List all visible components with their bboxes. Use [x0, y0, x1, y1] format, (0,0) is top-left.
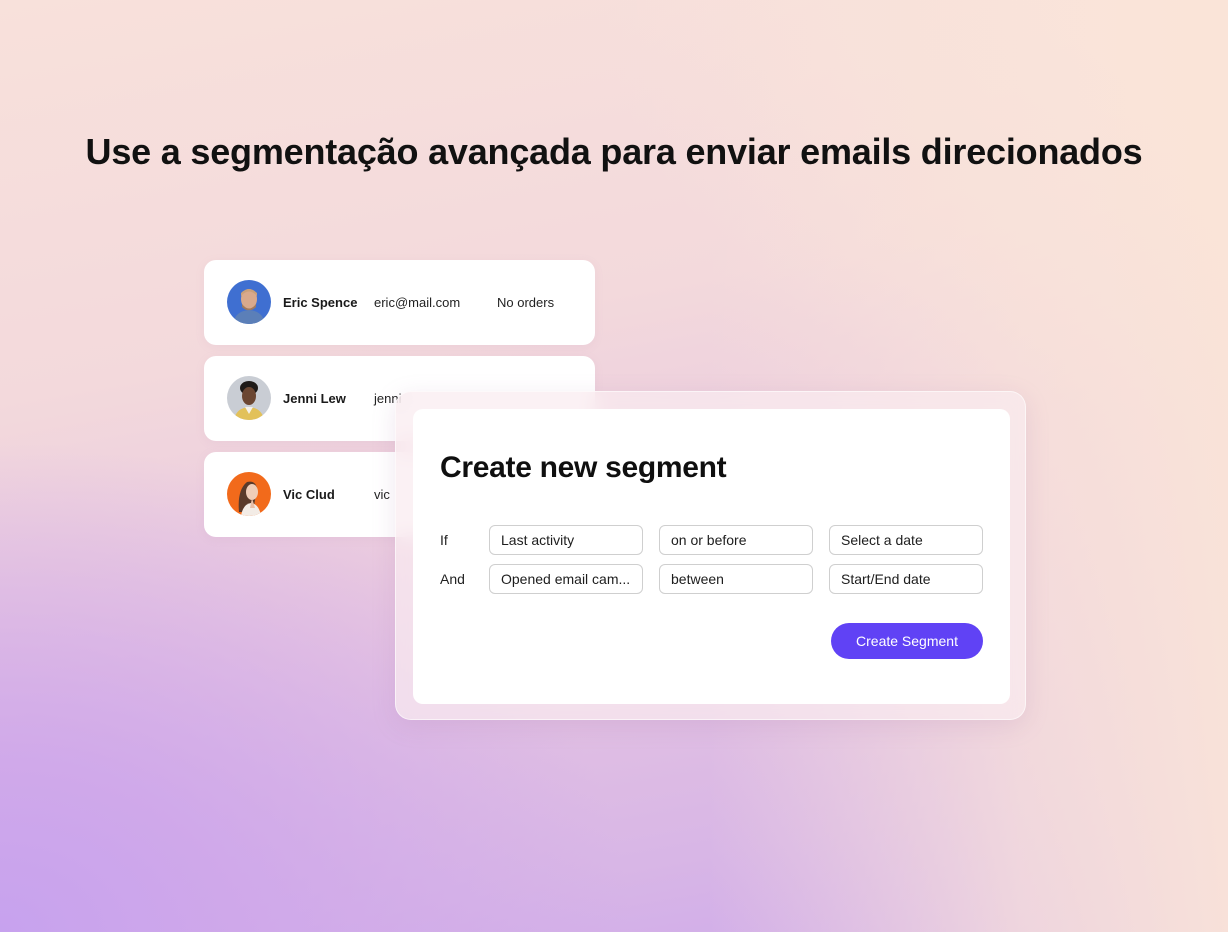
create-segment-button[interactable]: Create Segment	[831, 623, 983, 659]
modal-card: Create new segment If Last activity on o…	[413, 409, 1010, 704]
date-range-picker-field[interactable]: Start/End date	[829, 564, 983, 594]
modal-title: Create new segment	[440, 451, 727, 484]
person-avatar-icon	[227, 376, 271, 420]
condition-operator-select[interactable]: between	[659, 564, 813, 594]
create-segment-modal: Create new segment If Last activity on o…	[395, 391, 1026, 720]
contact-email: vic	[374, 487, 390, 502]
avatar	[227, 280, 271, 324]
date-picker-field[interactable]: Select a date	[829, 525, 983, 555]
contact-name: Jenni Lew	[283, 391, 346, 406]
contact-row[interactable]: Eric Spence eric@mail.com No orders	[204, 260, 595, 345]
contact-name: Vic Clud	[283, 487, 335, 502]
condition-label-if: If	[440, 532, 448, 548]
condition-label-and: And	[440, 571, 465, 587]
condition-field-select[interactable]: Last activity	[489, 525, 643, 555]
page-headline: Use a segmentação avançada para enviar e…	[85, 131, 1143, 172]
contact-orders: No orders	[497, 295, 555, 310]
condition-operator-select[interactable]: on or before	[659, 525, 813, 555]
person-avatar-icon	[227, 472, 271, 516]
contact-email: eric@mail.com	[374, 295, 461, 310]
contact-name: Eric Spence	[283, 295, 358, 310]
avatar	[227, 472, 271, 516]
person-avatar-icon	[227, 280, 271, 324]
condition-field-select[interactable]: Opened email cam...	[489, 564, 643, 594]
avatar	[227, 376, 271, 420]
